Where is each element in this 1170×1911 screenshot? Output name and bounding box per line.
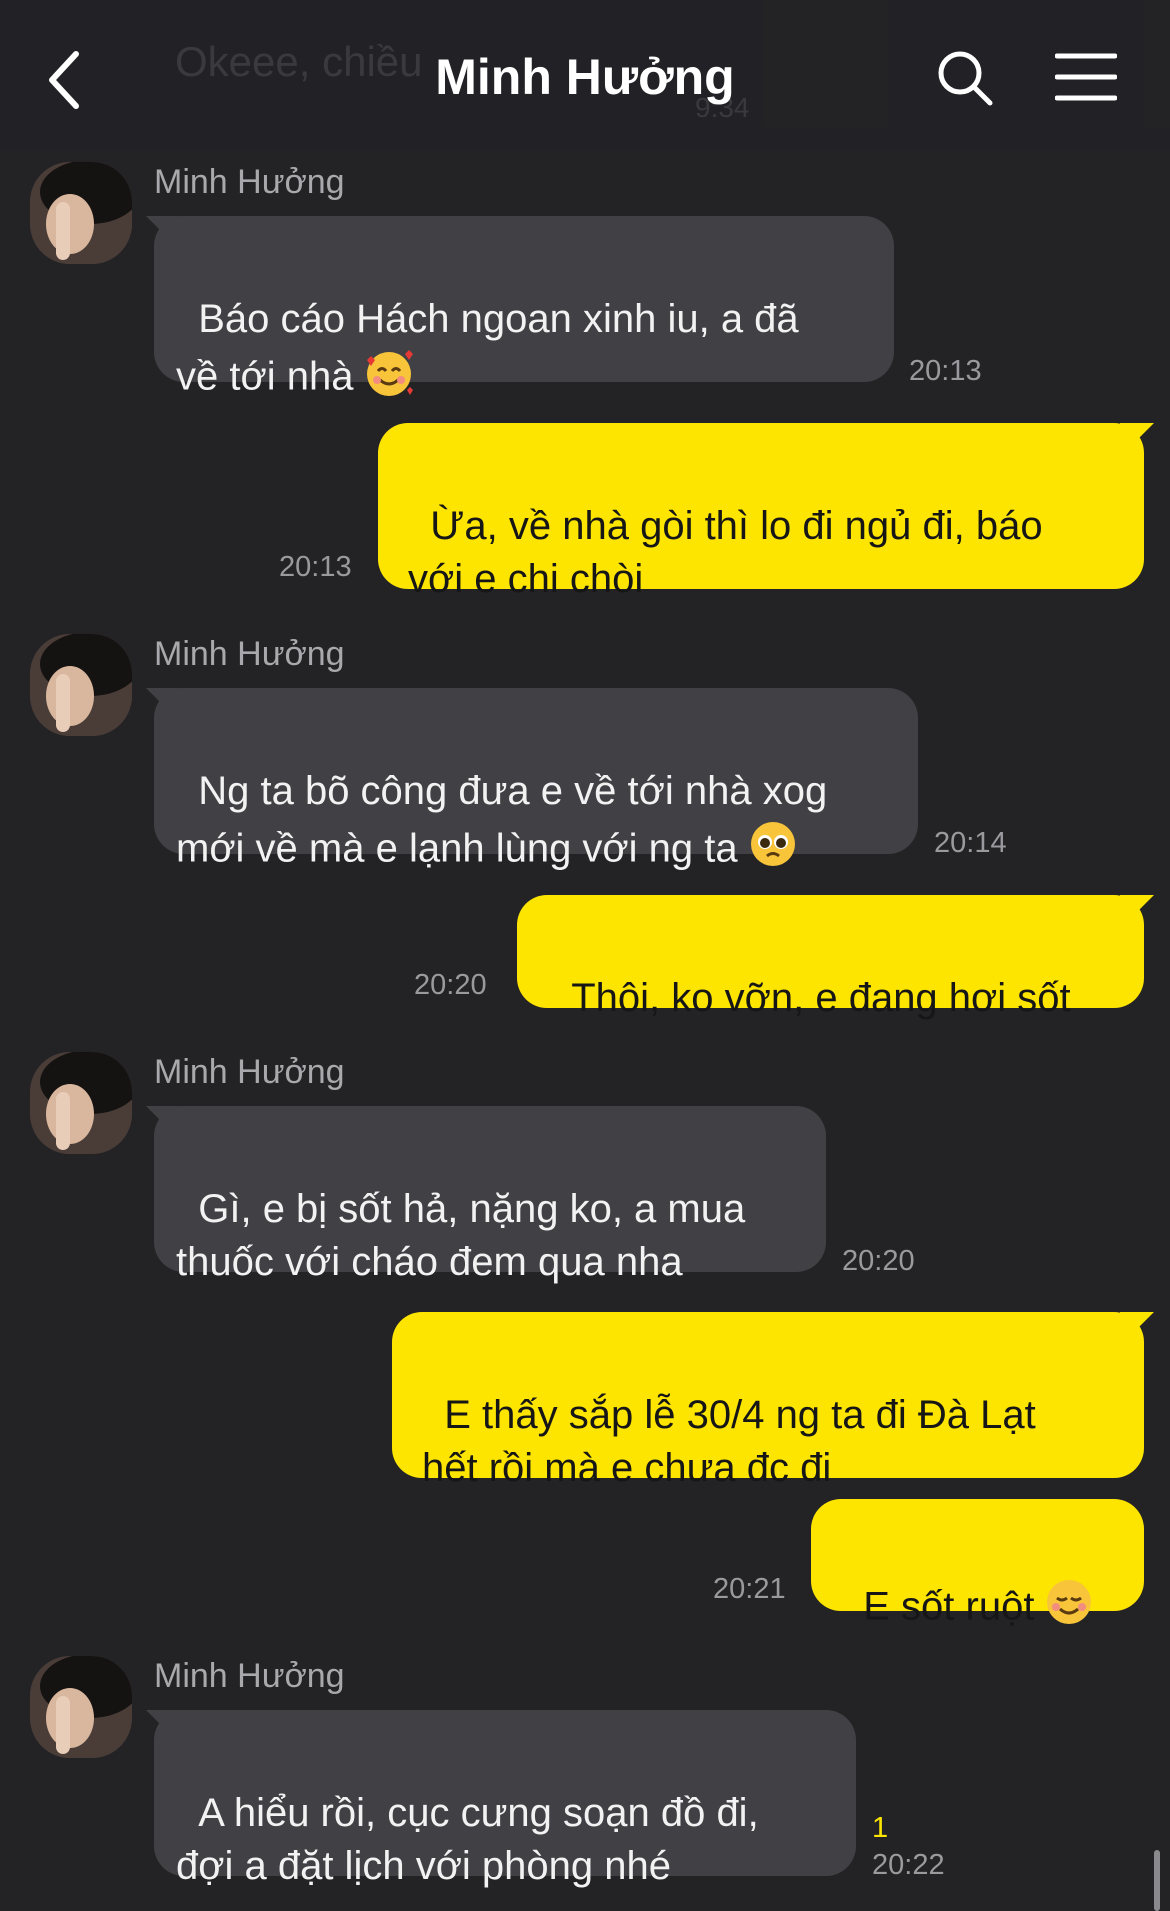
smiling-face-with-hearts-icon bbox=[361, 346, 417, 412]
search-button[interactable] bbox=[935, 48, 995, 108]
message-bubble-outgoing[interactable]: E thấy sắp lễ 30/4 ng ta đi Đà Lạt hết r… bbox=[392, 1312, 1144, 1490]
message-text: Ng ta bõ công đưa e về tới nhà xog mới v… bbox=[176, 769, 828, 871]
profile-photo bbox=[30, 1052, 132, 1154]
message-bubble-outgoing[interactable]: E sốt ruột bbox=[811, 1499, 1144, 1629]
message-time: 20:13 bbox=[909, 355, 982, 387]
message-text: Báo cáo Hách ngoan xinh iu, a đã về tới … bbox=[176, 297, 799, 399]
message-bubble-outgoing[interactable]: Thôi, ko vỡn, e đang hơi sốt bbox=[517, 895, 1144, 1020]
unread-count: 1 bbox=[872, 1812, 889, 1844]
message-time: 20:21 bbox=[713, 1573, 786, 1605]
message-text: Ừa, về nhà gòi thì lo đi ngủ đi, báo với… bbox=[408, 504, 1043, 601]
sender-name: Minh Hưởng bbox=[154, 635, 345, 673]
message-bubble-incoming[interactable]: A hiểu rồi, cục cưng soạn đồ đi, đợi a đ… bbox=[154, 1710, 856, 1888]
avatar[interactable] bbox=[30, 162, 132, 264]
message-bubble-incoming[interactable]: Ng ta bõ công đưa e về tới nhà xog mới v… bbox=[154, 688, 918, 871]
search-icon bbox=[938, 51, 993, 106]
message-time: 20:14 bbox=[934, 827, 1007, 859]
sender-name: Minh Hưởng bbox=[154, 1053, 345, 1091]
scrollbar[interactable] bbox=[1154, 1850, 1160, 1911]
message-time: 20:22 bbox=[872, 1849, 945, 1881]
smiling-face-icon bbox=[1042, 1576, 1096, 1642]
message-bubble-outgoing[interactable]: Ừa, về nhà gòi thì lo đi ngủ đi, báo với… bbox=[378, 423, 1144, 601]
sender-name: Minh Hưởng bbox=[154, 1657, 345, 1695]
avatar[interactable] bbox=[30, 1052, 132, 1154]
profile-photo bbox=[30, 634, 132, 736]
message-text: E sốt ruột bbox=[863, 1584, 1035, 1629]
profile-photo bbox=[30, 1656, 132, 1758]
hamburger-menu-icon bbox=[1054, 53, 1118, 101]
chat-header: Okeee, chiều 9:34 Minh Hưởng bbox=[0, 0, 1170, 150]
message-text: Gì, e bị sốt hả, nặng ko, a mua thuốc vớ… bbox=[176, 1187, 746, 1284]
message-time: 20:20 bbox=[414, 969, 487, 1001]
avatar[interactable] bbox=[30, 634, 132, 736]
message-bubble-incoming[interactable]: Báo cáo Hách ngoan xinh iu, a đã về tới … bbox=[154, 216, 894, 399]
message-time: 20:13 bbox=[279, 551, 352, 583]
message-text: Thôi, ko vỡn, e đang hơi sốt bbox=[571, 976, 1071, 1020]
pleading-face-icon bbox=[746, 818, 800, 884]
message-text: E thấy sắp lễ 30/4 ng ta đi Đà Lạt hết r… bbox=[422, 1393, 1036, 1490]
message-bubble-incoming[interactable]: Gì, e bị sốt hả, nặng ko, a mua thuốc vớ… bbox=[154, 1106, 826, 1284]
message-time: 20:20 bbox=[842, 1245, 915, 1277]
avatar[interactable] bbox=[30, 1656, 132, 1758]
menu-button[interactable] bbox=[1054, 52, 1118, 102]
message-text: A hiểu rồi, cục cưng soạn đồ đi, đợi a đ… bbox=[176, 1791, 759, 1888]
sender-name: Minh Hưởng bbox=[154, 163, 345, 201]
profile-photo bbox=[30, 162, 132, 264]
